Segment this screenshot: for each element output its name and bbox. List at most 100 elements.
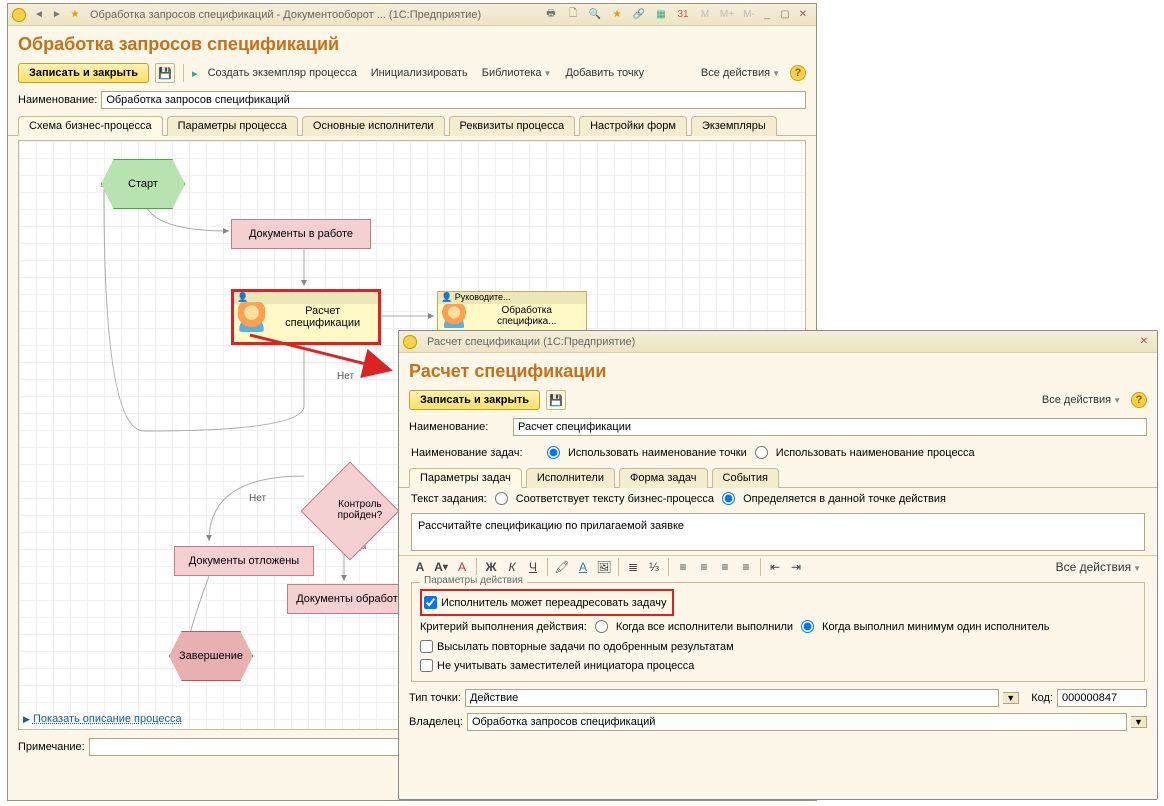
criteria-opt1-radio[interactable] xyxy=(595,620,608,633)
resend-checkbox[interactable] xyxy=(420,640,433,653)
image-icon[interactable]: 🖼 xyxy=(595,558,613,576)
create-instance-link[interactable]: Создать экземпляр процесса xyxy=(204,65,361,81)
tasktext-opt2-label: Определяется в данной точке действия xyxy=(743,493,946,505)
library-link[interactable]: Библиотека▼ xyxy=(478,65,556,81)
tab-executors[interactable]: Исполнители xyxy=(526,468,615,488)
indent-icon[interactable]: ⇥ xyxy=(787,558,805,576)
textcolor-icon[interactable]: A xyxy=(574,558,592,576)
app-icon xyxy=(12,8,26,22)
initialize-link[interactable]: Инициализировать xyxy=(367,65,472,81)
tasktext-opt2-radio[interactable] xyxy=(722,492,735,505)
action-params-fieldset: Параметры действия Исполнитель может пер… xyxy=(411,582,1145,682)
bold-icon[interactable]: Ж xyxy=(482,558,500,576)
tab-instances[interactable]: Экземпляры xyxy=(691,116,777,136)
ignore-subst-checkbox[interactable] xyxy=(420,659,433,672)
align-center-icon[interactable]: ≡ xyxy=(695,558,713,576)
resend-label: Высылать повторные задачи по одобренным … xyxy=(437,641,734,653)
all-actions-link[interactable]: Все действия▼ xyxy=(697,65,784,81)
tab-params[interactable]: Параметры процесса xyxy=(167,116,298,136)
mplus-icon[interactable]: M+ xyxy=(719,8,735,22)
show-description-link[interactable]: ▶ Показать описание процесса xyxy=(23,713,182,725)
help-icon[interactable]: ? xyxy=(1131,392,1147,408)
back-icon[interactable]: ◄ xyxy=(31,8,47,22)
maximize-icon[interactable]: ▢ xyxy=(777,8,793,22)
code-input[interactable] xyxy=(1057,689,1147,707)
point-type-input[interactable] xyxy=(465,689,999,707)
add-point-link[interactable]: Добавить точку xyxy=(561,65,648,81)
star-icon[interactable]: ★ xyxy=(67,8,83,22)
dlg-page-title: Расчет спецификации xyxy=(399,353,1157,386)
search-icon[interactable]: 🔍 xyxy=(587,8,603,22)
user-icon xyxy=(238,302,265,332)
user-icon xyxy=(442,304,466,328)
align-right-icon[interactable]: ≡ xyxy=(716,558,734,576)
action-params-legend: Параметры действия xyxy=(420,575,527,586)
criteria-opt2-radio[interactable] xyxy=(801,620,814,633)
dlg-name-input[interactable] xyxy=(513,418,1147,436)
main-tabs: Схема бизнес-процесса Параметры процесса… xyxy=(8,115,816,136)
bullets-icon[interactable]: ≣ xyxy=(624,558,642,576)
taskname-opt1-radio[interactable] xyxy=(547,446,560,459)
node-start[interactable]: Старт xyxy=(101,159,185,209)
dlg-all-actions[interactable]: Все действия▼ xyxy=(1038,392,1125,408)
tab-task-form[interactable]: Форма задач xyxy=(619,468,708,488)
tab-forms[interactable]: Настройки форм xyxy=(579,116,687,136)
mminus-icon[interactable]: M- xyxy=(741,8,757,22)
rt-all-actions[interactable]: Все действия▼ xyxy=(1052,558,1145,576)
task-text-area[interactable]: Рассчитайте спецификацию по прилагаемой … xyxy=(411,513,1145,551)
node-docs-deferred[interactable]: Документы отложены xyxy=(174,546,314,576)
dropdown-icon[interactable]: ▼ xyxy=(1131,716,1147,728)
node-finish[interactable]: Завершение xyxy=(169,631,253,681)
align-left-icon[interactable]: ≡ xyxy=(674,558,692,576)
taskname-opt2-radio[interactable] xyxy=(755,446,768,459)
tasktext-opt1-radio[interactable] xyxy=(495,492,508,505)
taskname-label: Наименование задач: xyxy=(411,447,539,459)
callout-arrow xyxy=(240,330,410,390)
label-no2: Нет xyxy=(249,493,266,504)
tab-events[interactable]: События xyxy=(712,468,779,488)
owner-input[interactable] xyxy=(467,713,1127,731)
italic-icon[interactable]: К xyxy=(503,558,521,576)
cal-icon[interactable]: 31 xyxy=(675,8,691,22)
save-close-button[interactable]: Записать и закрыть xyxy=(18,63,149,83)
help-icon[interactable]: ? xyxy=(790,65,806,81)
node-control[interactable]: Контроль пройден? xyxy=(315,476,385,546)
align-justify-icon[interactable]: ≡ xyxy=(737,558,755,576)
owner-row: Владелец: ▼ xyxy=(399,710,1157,734)
numbers-icon[interactable]: ⅓ xyxy=(645,558,663,576)
taskname-opt1-label: Использовать наименование точки xyxy=(568,447,747,459)
close-icon[interactable]: ✕ xyxy=(795,8,811,22)
tab-executors[interactable]: Основные исполнители xyxy=(302,116,445,136)
minimize-icon[interactable]: _ xyxy=(759,8,775,22)
tab-requisites[interactable]: Реквизиты процесса xyxy=(449,116,576,136)
name-input[interactable] xyxy=(101,91,806,109)
criteria-opt1-label: Когда все исполнители выполнили xyxy=(616,621,793,633)
main-toolbar: Записать и закрыть 💾 ▸ Создать экземпляр… xyxy=(8,59,816,89)
m-icon[interactable]: M xyxy=(697,8,713,22)
color-icon[interactable]: A xyxy=(453,558,471,576)
main-titlebar: ◄ ► ★ Обработка запросов спецификаций - … xyxy=(8,4,816,26)
dlg-titlebar: Расчет спецификации (1С:Предприятие) ✕ xyxy=(399,331,1157,353)
save-icon[interactable]: 💾 xyxy=(155,63,175,83)
save-icon[interactable]: 💾 xyxy=(546,390,566,410)
fwd-icon[interactable]: ► xyxy=(49,8,65,22)
font-icon[interactable]: A xyxy=(411,558,429,576)
tab-schema[interactable]: Схема бизнес-процесса xyxy=(18,116,163,136)
redirect-checkbox[interactable] xyxy=(424,596,437,609)
close-icon[interactable]: ✕ xyxy=(1136,335,1152,349)
fav-icon[interactable]: ★ xyxy=(609,8,625,22)
underline-icon[interactable]: Ч xyxy=(524,558,542,576)
preview-icon[interactable]: 🗋 xyxy=(565,8,581,22)
print-icon[interactable]: 🖶 xyxy=(543,8,559,22)
node-docs-work[interactable]: Документы в работе xyxy=(231,219,371,249)
tab-task-params[interactable]: Параметры задач xyxy=(409,468,522,488)
dlg-name-label: Наименование: xyxy=(409,421,509,433)
highlight-icon[interactable]: 🖍 xyxy=(553,558,571,576)
dlg-save-close-button[interactable]: Записать и закрыть xyxy=(409,390,540,410)
link-icon[interactable]: 🔗 xyxy=(631,8,647,22)
outdent-icon[interactable]: ⇤ xyxy=(766,558,784,576)
dropdown-icon[interactable]: ▼ xyxy=(1003,692,1019,704)
calc-icon[interactable]: ▦ xyxy=(653,8,669,22)
name-row: Наименование: xyxy=(8,89,816,115)
font-size-icon[interactable]: A▾ xyxy=(432,558,450,576)
